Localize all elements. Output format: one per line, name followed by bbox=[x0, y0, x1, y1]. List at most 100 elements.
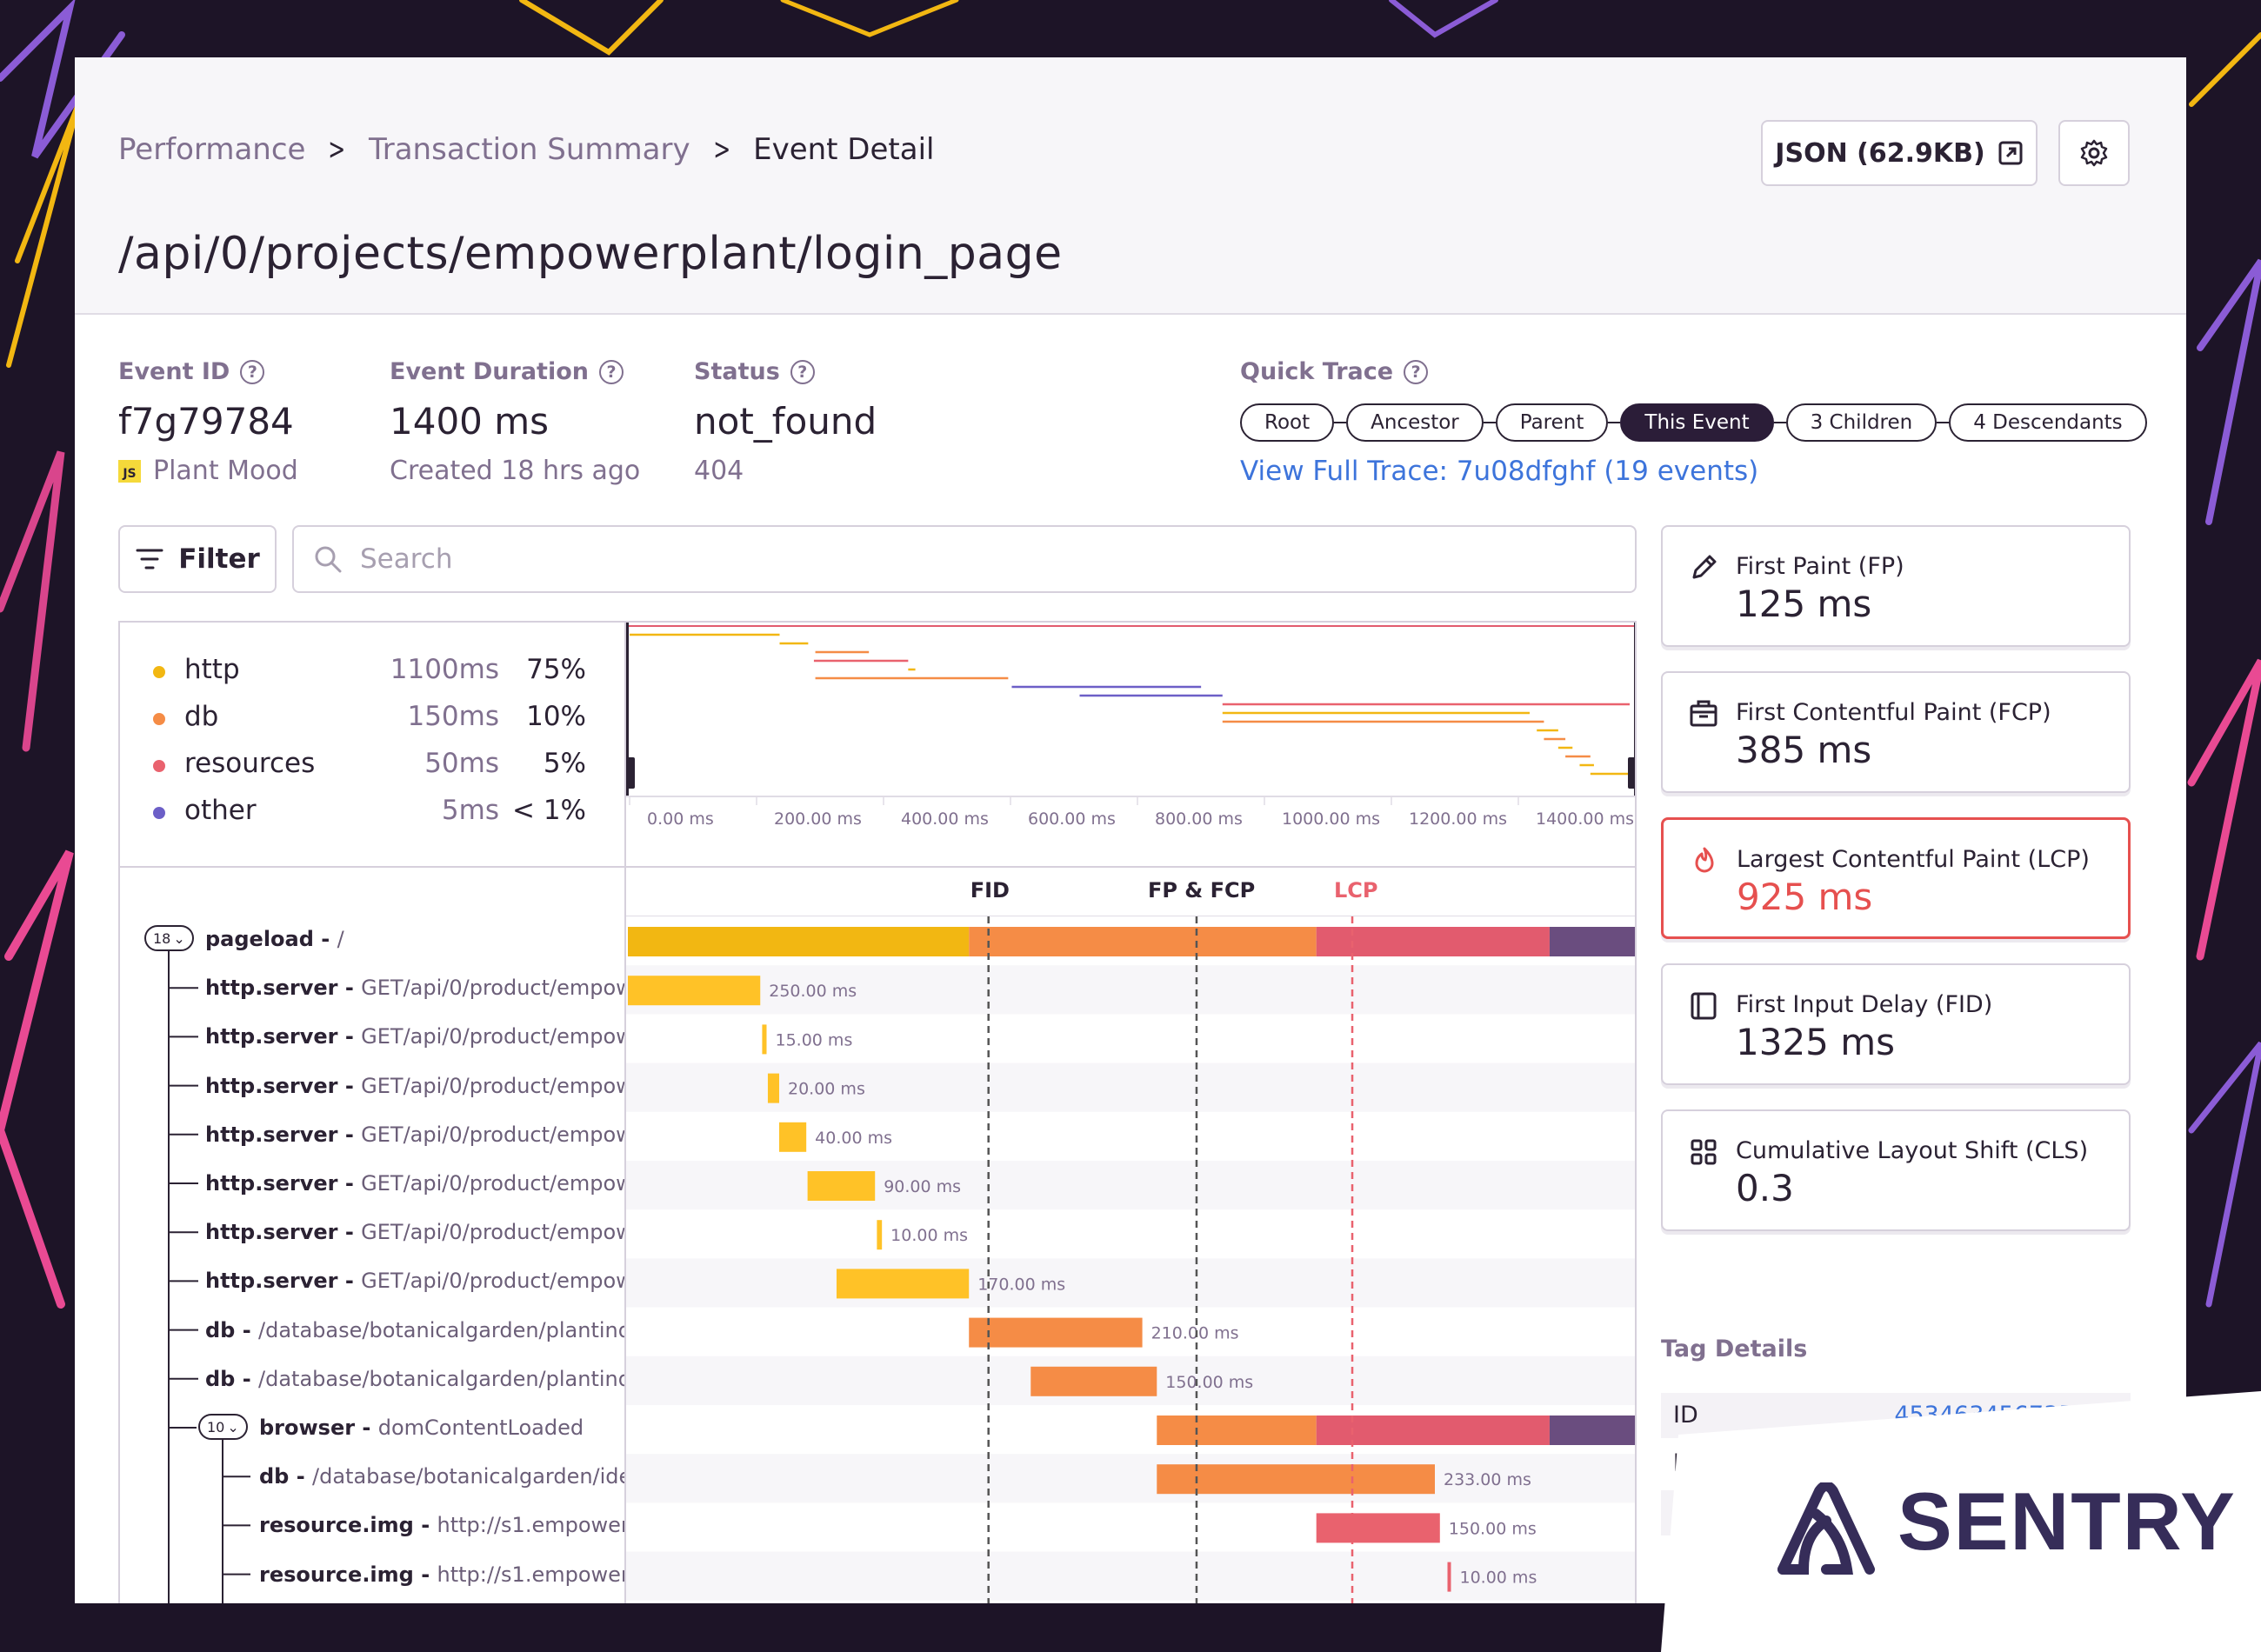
question-icon[interactable]: ? bbox=[599, 359, 624, 384]
question-icon[interactable]: ? bbox=[790, 359, 815, 384]
span-row[interactable]: db - /database/botanicalgarden/plantinde bbox=[120, 1355, 624, 1403]
span-row[interactable]: http.server - GET/api/0/product/empowe bbox=[120, 1159, 624, 1208]
minimap[interactable]: 0.00 ms 200.00 ms 400.00 ms 600.00 ms 800.00… bbox=[624, 623, 1635, 868]
minimap-right-grip bbox=[1628, 757, 1635, 789]
span-row[interactable]: http.server - GET/api/0/product/empowe bbox=[120, 1110, 624, 1159]
json-button[interactable]: JSON (62.9KB) bbox=[1761, 120, 2038, 186]
ops-row-other[interactable]: other 5ms < 1% bbox=[120, 795, 624, 829]
tag-key: clie bbox=[1673, 1499, 1714, 1526]
span-description: /database/botanicalgarden/idea bbox=[312, 1464, 624, 1489]
question-icon[interactable]: ? bbox=[1404, 359, 1429, 384]
quick-trace-pill-4-descendants[interactable]: 4 Descendants bbox=[1949, 403, 2147, 442]
settings-button[interactable] bbox=[2058, 120, 2130, 186]
search-input[interactable] bbox=[358, 543, 1579, 576]
span-bar bbox=[1030, 1366, 1157, 1396]
web-vital-card[interactable]: Largest Contentful Paint (LCP) 925 ms bbox=[1661, 817, 2131, 939]
span-waterfall: http 1100ms 75% db 150ms 10% resources 50ms 5% ot… bbox=[118, 621, 1637, 1603]
filter-label: Filter bbox=[178, 543, 260, 575]
tag-row[interactable]: ID 453463456735356 bbox=[1661, 1393, 2131, 1438]
span-op: http.server bbox=[205, 976, 338, 1001]
tag-key: cl bbox=[1673, 1548, 1693, 1575]
breadcrumb-transaction-summary[interactable]: Transaction Summary bbox=[369, 132, 690, 167]
span-row[interactable]: http.server - GET/api/0/product/empowe bbox=[120, 1256, 624, 1305]
op-percent: 10% bbox=[526, 701, 586, 732]
web-vital-card[interactable]: First Contentful Paint (FCP) 385 ms bbox=[1661, 671, 2131, 793]
web-vital-card[interactable]: Cumulative Layout Shift (CLS) 0.3 bbox=[1661, 1109, 2131, 1231]
span-label: http.server - GET/api/0/product/empowe bbox=[205, 1122, 624, 1147]
span-row[interactable]: db - /database/botanicalgarden/plantinde bbox=[120, 1306, 624, 1355]
span-row[interactable]: http.server - GET/api/0/product/empowe bbox=[120, 1012, 624, 1061]
span-row[interactable]: resource.img - http://s1.empowerpla bbox=[120, 1501, 624, 1549]
ops-row-resources[interactable]: resources 50ms 5% bbox=[120, 748, 624, 783]
span-separator: - bbox=[337, 1122, 362, 1147]
quick-trace-pill-this-event[interactable]: This Event bbox=[1620, 403, 1774, 442]
quick-trace-pill-ancestor[interactable]: Ancestor bbox=[1346, 403, 1484, 442]
tag-key: ID bbox=[1673, 1402, 1698, 1429]
op-color-dot bbox=[153, 760, 165, 772]
question-icon[interactable]: ? bbox=[240, 359, 265, 384]
breadcrumb-performance[interactable]: Performance bbox=[118, 132, 305, 167]
span-description: domContentLoaded bbox=[377, 1416, 584, 1440]
web-vital-card[interactable]: First Paint (FP) 125 ms bbox=[1661, 525, 2131, 647]
web-vital-card[interactable]: First Input Delay (FID) 1325 ms bbox=[1661, 963, 2131, 1085]
span-label: http.server - GET/api/0/product/empowe bbox=[205, 1220, 624, 1244]
status-label-text: Status bbox=[694, 358, 780, 385]
panel-icon bbox=[1691, 992, 1717, 1020]
span-duration-label: 10.00 ms bbox=[1460, 1569, 1537, 1588]
span-row[interactable]: http.server - GET/api/0/product/empowe bbox=[120, 1208, 624, 1256]
status-label: Status ? bbox=[694, 358, 815, 385]
span-separator: - bbox=[235, 1366, 259, 1391]
tag-value[interactable]: Chro bbox=[2064, 1450, 2118, 1477]
quick-trace-pill-3-children[interactable]: 3 Children bbox=[1785, 403, 1938, 442]
span-duration-label: 233.00 ms bbox=[1444, 1470, 1531, 1489]
view-full-trace-link[interactable]: View Full Trace: 7u08dfghf (19 events) bbox=[1240, 456, 1758, 487]
aggregate-bar-segment bbox=[1549, 927, 1635, 956]
aggregate-bar-segment bbox=[969, 927, 1317, 956]
ops-row-http[interactable]: http 1100ms 75% bbox=[120, 654, 624, 689]
span-duration-label: 250.00 ms bbox=[769, 982, 857, 1001]
ops-row-db[interactable]: db 150ms 10% bbox=[120, 701, 624, 736]
span-row[interactable]: resource.img - http://s1.empowerpla bbox=[120, 1599, 624, 1603]
span-row[interactable]: http.server - GET/api/0/product/empowe bbox=[120, 1062, 624, 1110]
status-code: 404 bbox=[694, 456, 744, 486]
tag-row[interactable]: browser.name Chro bbox=[1661, 1442, 2131, 1487]
minimap-tick-label: 1000.00 ms bbox=[1282, 809, 1380, 829]
span-label: resource.img - http://s1.empowerpla bbox=[259, 1513, 624, 1537]
tag-value[interactable]: 453463456735356 bbox=[1894, 1402, 2118, 1429]
vital-marker-lcp[interactable]: LCP bbox=[1334, 878, 1378, 903]
web-vital-title: First Paint (FP) bbox=[1736, 553, 1904, 580]
span-row[interactable]: resource.img - http://s1.empowerpla bbox=[120, 1550, 624, 1599]
chevron-down-icon: ⌄ bbox=[227, 1418, 239, 1436]
span-op: db bbox=[205, 1366, 236, 1391]
project-name[interactable]: Plant Mood bbox=[153, 456, 298, 486]
span-label: http.server - GET/api/0/product/empowe bbox=[205, 1074, 624, 1098]
search-box[interactable] bbox=[292, 525, 1637, 593]
aggregate-bar-segment bbox=[628, 927, 970, 956]
span-separator: - bbox=[413, 1562, 437, 1587]
quick-trace-pill-root[interactable]: Root bbox=[1240, 403, 1335, 442]
span-bar bbox=[807, 1171, 876, 1201]
quick-trace-pill-parent[interactable]: Parent bbox=[1495, 403, 1609, 442]
span-row[interactable]: 18 ⌄ pageload - / bbox=[120, 915, 624, 963]
tag-row[interactable]: clie bbox=[1661, 1490, 2131, 1535]
minimap-left-grip bbox=[624, 757, 635, 789]
span-child-count[interactable]: 10 ⌄ bbox=[198, 1414, 248, 1440]
filter-button[interactable]: Filter bbox=[118, 525, 277, 593]
span-row[interactable]: 10 ⌄ browser - domContentLoaded bbox=[120, 1403, 624, 1452]
tag-row[interactable]: cl bbox=[1661, 1539, 2131, 1584]
span-label: browser - domContentLoaded bbox=[259, 1416, 584, 1440]
vital-marker-fp-fcp[interactable]: FP & FCP bbox=[1148, 878, 1255, 903]
span-description: /database/botanicalgarden/plantinde bbox=[258, 1366, 624, 1391]
web-vital-value: 925 ms bbox=[1737, 876, 1873, 918]
span-op: db bbox=[259, 1464, 290, 1489]
span-row[interactable]: http.server - GET/api/0/product/empowe bbox=[120, 963, 624, 1012]
span-child-count[interactable]: 18 ⌄ bbox=[144, 925, 194, 951]
quick-trace-connector bbox=[1608, 422, 1621, 423]
span-bar bbox=[1316, 1513, 1440, 1543]
span-op: resource.img bbox=[259, 1562, 414, 1587]
vital-marker-fid[interactable]: FID bbox=[970, 878, 1010, 903]
vital-markers-row: FID FP & FCP LCP bbox=[626, 868, 1635, 916]
span-bar bbox=[969, 1317, 1143, 1348]
span-duration-label: 10.00 ms bbox=[890, 1226, 968, 1245]
span-row[interactable]: db - /database/botanicalgarden/idea bbox=[120, 1452, 624, 1501]
